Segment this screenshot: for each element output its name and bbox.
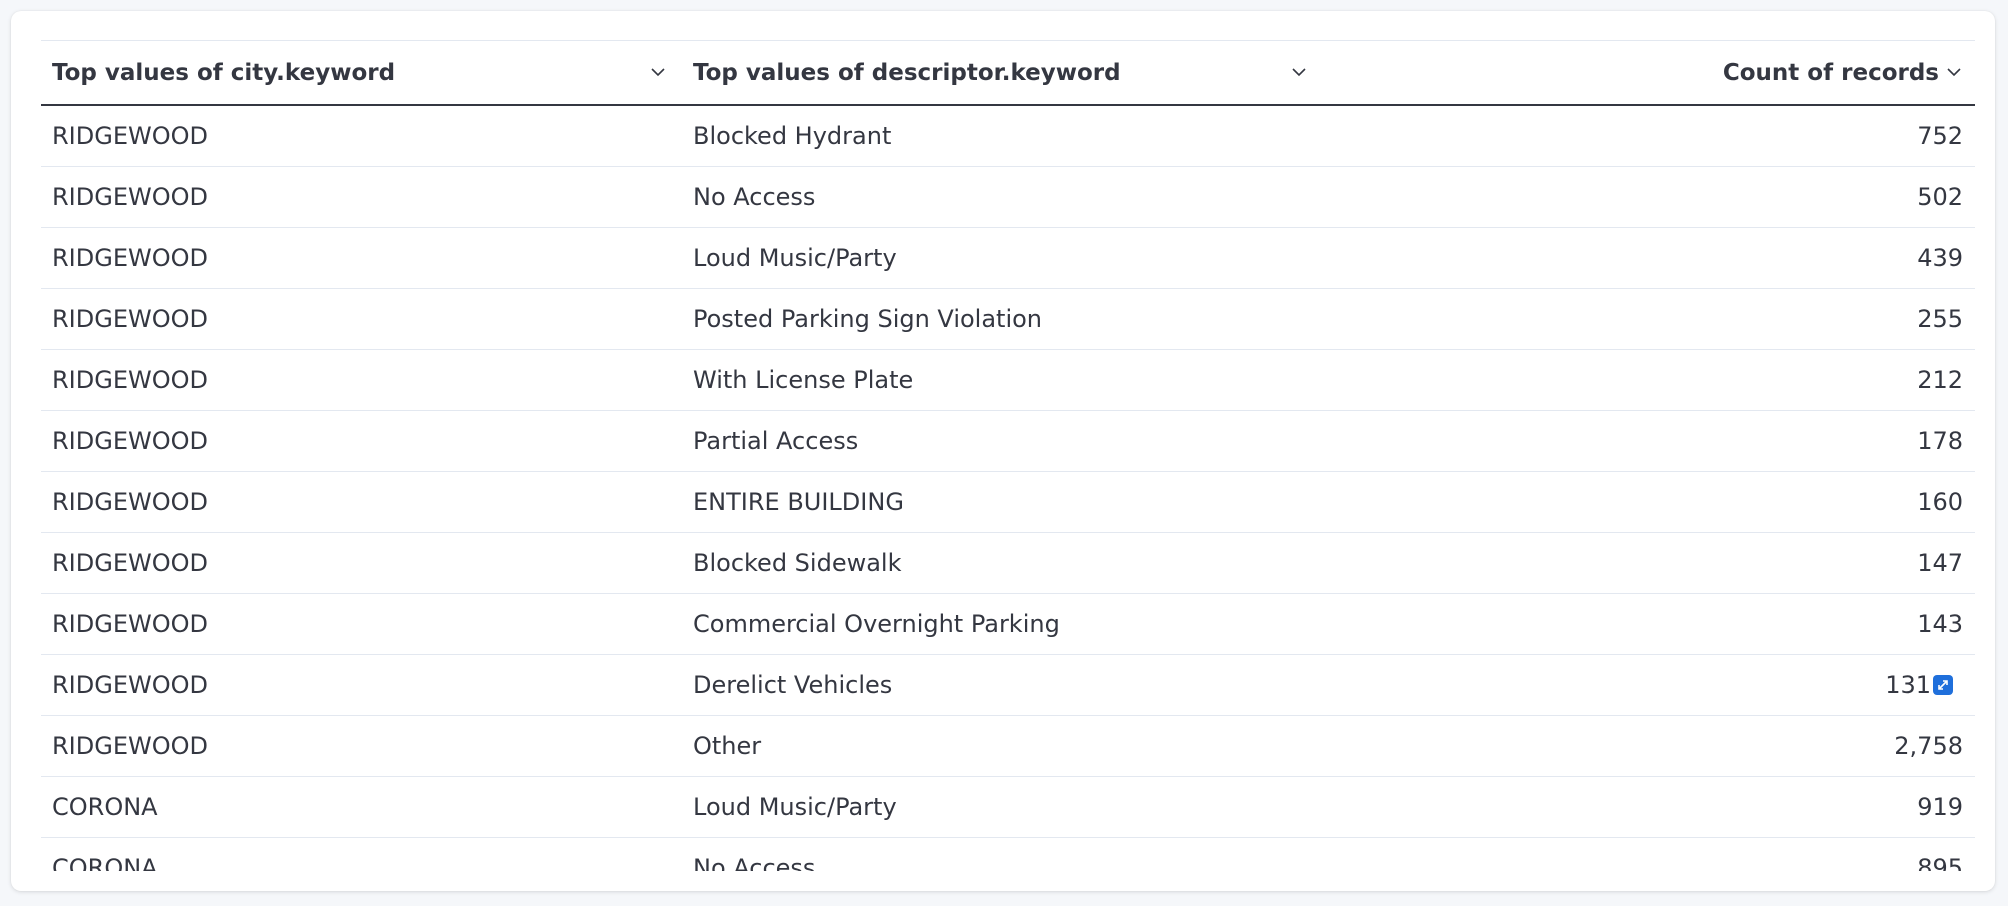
column-header-descriptor[interactable]: Top values of descriptor.keyword	[693, 41, 1319, 105]
cell-city: RIDGEWOOD	[52, 671, 208, 699]
cell-descriptor: Loud Music/Party	[693, 793, 897, 821]
cell-descriptor: No Access	[693, 183, 816, 211]
cell-descriptor: ENTIRE BUILDING	[693, 488, 904, 516]
cell-descriptor: Other	[693, 732, 762, 760]
cell-count: 212	[1917, 366, 1963, 394]
cell-count: 502	[1917, 183, 1963, 211]
column-header-city[interactable]: Top values of city.keyword	[52, 41, 678, 105]
cell-count: 178	[1917, 427, 1963, 455]
table-row: RIDGEWOOD Derelict Vehicles 131	[41, 655, 1975, 716]
column-header-count[interactable]: Count of records	[1723, 41, 1939, 105]
cell-descriptor: With License Plate	[693, 366, 914, 394]
cell-descriptor: Blocked Hydrant	[693, 122, 892, 150]
cell-count: 895	[1917, 854, 1963, 871]
expand-icon[interactable]	[1933, 675, 1953, 695]
cell-descriptor: No Access	[693, 854, 816, 871]
table-row: RIDGEWOOD Partial Access 178	[41, 411, 1975, 472]
cell-city: RIDGEWOOD	[52, 488, 208, 516]
cell-city: RIDGEWOOD	[52, 305, 208, 333]
column-header-label: Top values of city.keyword	[52, 60, 396, 86]
table-row: RIDGEWOOD Posted Parking Sign Violation …	[41, 289, 1975, 350]
cell-city: CORONA	[52, 793, 158, 821]
table-row: RIDGEWOOD Commercial Overnight Parking 1…	[41, 594, 1975, 655]
chevron-down-icon[interactable]	[1946, 64, 1962, 80]
chevron-down-icon[interactable]	[1291, 64, 1307, 80]
table-row: RIDGEWOOD ENTIRE BUILDING 160	[41, 472, 1975, 533]
column-header-label: Top values of descriptor.keyword	[693, 60, 1121, 86]
cell-city: RIDGEWOOD	[52, 610, 208, 638]
cell-city: CORONA	[52, 854, 158, 871]
data-table: Top values of city.keyword Top values of…	[41, 40, 1975, 871]
table-header-row: Top values of city.keyword Top values of…	[41, 40, 1975, 106]
cell-count: 439	[1917, 244, 1963, 272]
cell-descriptor: Blocked Sidewalk	[693, 549, 902, 577]
cell-city: RIDGEWOOD	[52, 427, 208, 455]
cell-descriptor: Posted Parking Sign Violation	[693, 305, 1043, 333]
table-row: RIDGEWOOD No Access 502	[41, 167, 1975, 228]
cell-count: 147	[1917, 549, 1963, 577]
table-row: RIDGEWOOD Loud Music/Party 439	[41, 228, 1975, 289]
cell-city: RIDGEWOOD	[52, 732, 208, 760]
cell-city: RIDGEWOOD	[52, 122, 208, 150]
cell-city: RIDGEWOOD	[52, 549, 208, 577]
cell-city: RIDGEWOOD	[52, 244, 208, 272]
cell-count: 2,758	[1894, 732, 1963, 760]
cell-descriptor: Loud Music/Party	[693, 244, 897, 272]
column-header-label: Count of records	[1722, 60, 1939, 86]
cell-count: 255	[1917, 305, 1963, 333]
cell-count: 160	[1917, 488, 1963, 516]
chevron-down-icon[interactable]	[650, 64, 666, 80]
table-row: CORONA Loud Music/Party 919	[41, 777, 1975, 838]
cell-descriptor: Partial Access	[693, 427, 859, 455]
table-row: CORONA No Access 895	[41, 838, 1975, 871]
cell-count: 143	[1917, 610, 1963, 638]
cell-count: 919	[1917, 793, 1963, 821]
cell-descriptor: Commercial Overnight Parking	[693, 610, 1060, 638]
table-row: RIDGEWOOD Other 2,758	[41, 716, 1975, 777]
cell-count: 131	[1885, 671, 1931, 699]
datatable-panel: Top values of city.keyword Top values of…	[11, 11, 1995, 891]
table-row: RIDGEWOOD Blocked Sidewalk 147	[41, 533, 1975, 594]
cell-descriptor: Derelict Vehicles	[693, 671, 893, 699]
cell-count: 752	[1917, 122, 1963, 150]
table-row: RIDGEWOOD Blocked Hydrant 752	[41, 106, 1975, 167]
table-row: RIDGEWOOD With License Plate 212	[41, 350, 1975, 411]
cell-city: RIDGEWOOD	[52, 366, 208, 394]
cell-city: RIDGEWOOD	[52, 183, 208, 211]
